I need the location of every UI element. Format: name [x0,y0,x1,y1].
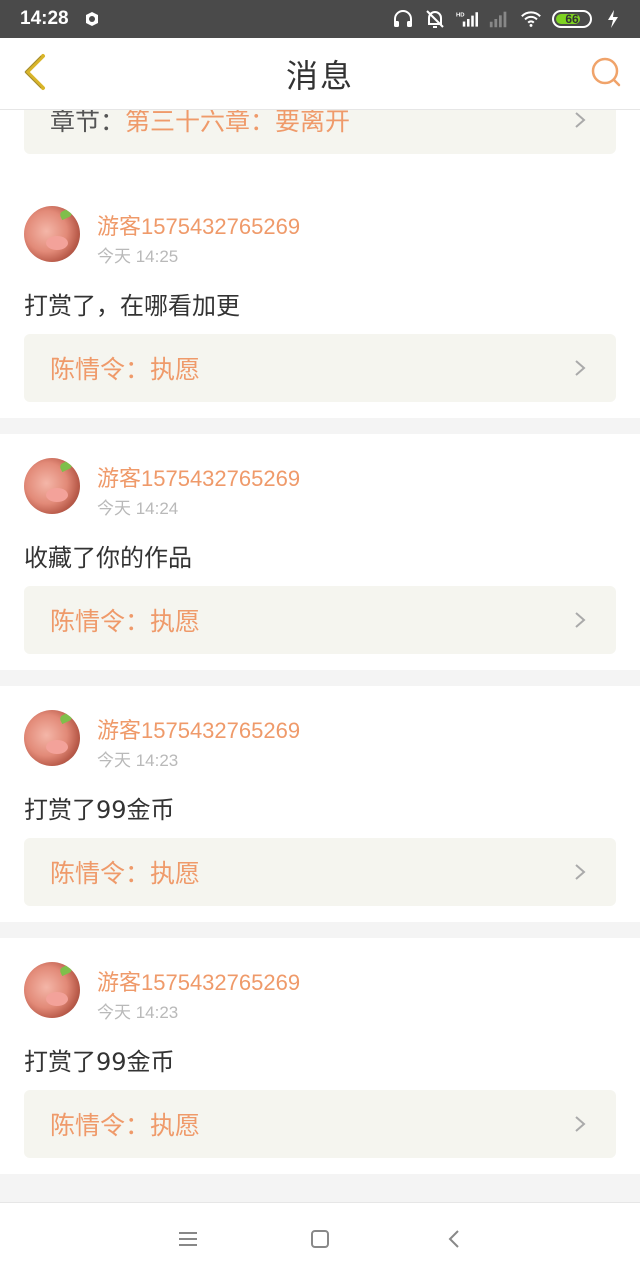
chevron-right-icon [570,862,590,882]
status-time: 14:28 [20,8,69,29]
status-bar: 14:28 HD 66 [0,0,640,38]
user-name[interactable]: 游客1575432765269 [97,461,300,493]
menu-icon [177,1229,199,1253]
avatar[interactable] [24,206,80,262]
message-time: 今天 14:24 [97,499,179,518]
chevron-right-icon [570,110,590,130]
chevron-right-icon [570,610,590,630]
hd-signal-icon: HD [456,8,478,30]
message-card: 游客1575432765269 今天 14:24 收藏了你的作品 陈情令：执愿 [0,434,640,670]
book-link[interactable]: 陈情令：执愿 [24,334,616,402]
back-button[interactable] [12,52,56,96]
message-list[interactable]: 章节：第三十六章：要离开 游客1575432765269 今天 14:25 打赏… [0,110,640,1202]
user-name[interactable]: 游客1575432765269 [97,965,300,997]
battery-level: 66 [565,12,579,26]
message-time: 今天 14:25 [97,247,179,266]
message-card: 游客1575432765269 今天 14:25 打赏了，在哪看加更 陈情令：执… [0,182,640,418]
avatar[interactable] [24,962,80,1018]
notification-app-icon [81,8,103,30]
book-link[interactable]: 陈情令：执愿 [24,1090,616,1158]
card-list: 游客1575432765269 今天 14:25 打赏了，在哪看加更 陈情令：执… [0,182,640,1190]
chevron-right-icon [570,1114,590,1134]
book-title: 陈情令：执愿 [50,607,201,636]
search-button[interactable] [584,52,628,96]
book-title: 陈情令：执愿 [50,1111,201,1140]
system-nav-bar [0,1202,640,1280]
back-triangle-icon [445,1228,463,1254]
wifi-icon [520,8,542,30]
chevron-right-icon [570,358,590,378]
book-title: 陈情令：执愿 [50,355,201,384]
message-text: 打赏了99金币 [24,1048,175,1076]
home-button[interactable] [300,1221,340,1261]
page-title: 消息 [285,56,354,95]
home-square-icon [309,1228,331,1254]
charging-icon [602,8,624,30]
message-text: 打赏了99金币 [24,796,175,824]
battery-icon: 66 [552,10,592,28]
user-name[interactable]: 游客1575432765269 [97,713,300,745]
book-link[interactable]: 陈情令：执愿 [24,838,616,906]
book-link[interactable]: 陈情令：执愿 [24,586,616,654]
chapter-prefix: 章节： [50,110,126,136]
nav-back-button[interactable] [434,1221,474,1261]
message-card: 游客1575432765269 今天 14:23 打赏了99金币 陈情令：执愿 [0,938,640,1174]
svg-text:HD: HD [456,12,465,18]
message-text: 收藏了你的作品 [24,544,192,572]
chevron-left-icon [19,52,49,96]
chapter-title: 第三十六章：要离开 [125,110,351,136]
headphones-icon [392,8,414,30]
message-time: 今天 14:23 [97,1003,179,1022]
avatar[interactable] [24,458,80,514]
chapter-link[interactable]: 章节：第三十六章：要离开 [24,110,616,154]
avatar[interactable] [24,710,80,766]
message-time: 今天 14:23 [97,751,179,770]
user-name[interactable]: 游客1575432765269 [97,209,300,241]
bell-muted-icon [424,8,446,30]
book-title: 陈情令：执愿 [50,859,201,888]
signal-icon [488,8,510,30]
message-text: 打赏了，在哪看加更 [24,292,240,320]
menu-button[interactable] [168,1221,208,1261]
message-card: 游客1575432765269 今天 14:23 打赏了99金币 陈情令：执愿 [0,686,640,922]
search-icon [589,55,623,93]
app-header: 消息 [0,38,640,110]
